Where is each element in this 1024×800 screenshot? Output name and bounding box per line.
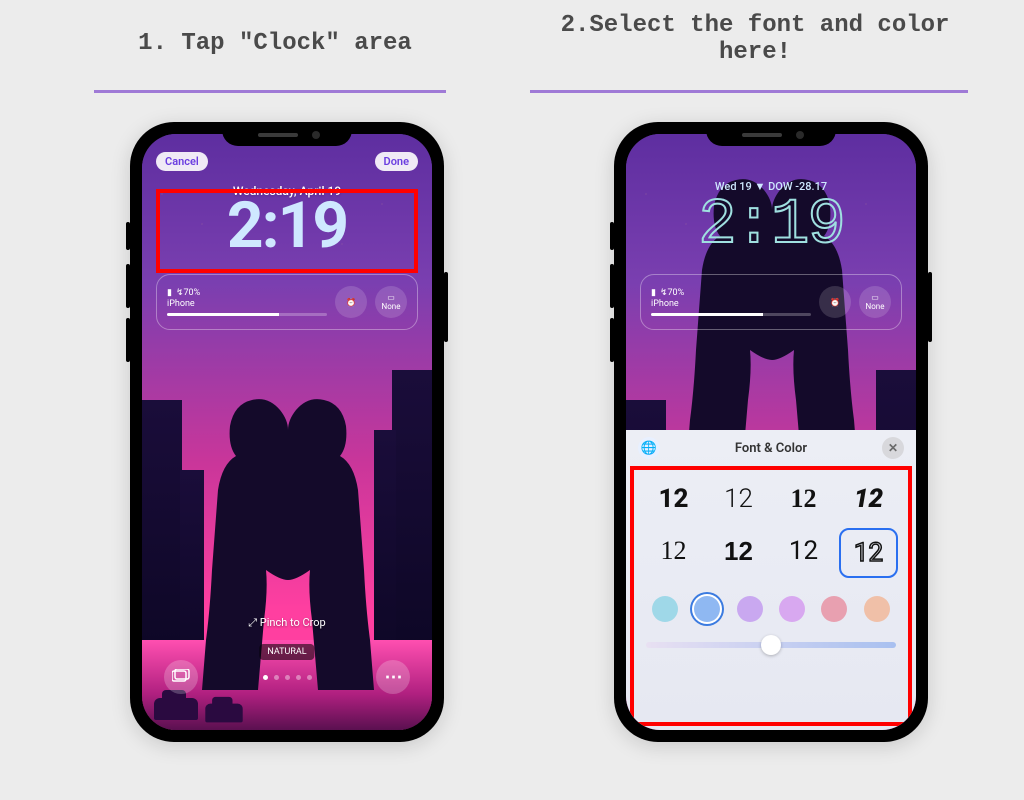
widgets-panel[interactable]: ▮ ↯70% iPhone ⏰ ▭ None <box>156 274 418 330</box>
font-option-7[interactable]: 12 <box>839 528 898 578</box>
power-button <box>444 272 448 342</box>
photo-shuffle-button[interactable] <box>164 660 198 694</box>
close-icon: ✕ <box>888 441 898 455</box>
phone-2-screen: Wed 19 ▼ DOW -28.17 2:19 ▮ ↯70% iPhone ⏰… <box>626 134 916 730</box>
cancel-button[interactable]: Cancel <box>156 152 208 171</box>
clock-area[interactable]: 2:19 <box>142 194 432 258</box>
volume-up <box>610 264 614 308</box>
swatch-3[interactable] <box>779 596 805 622</box>
battery-device: iPhone <box>167 299 327 310</box>
globe-icon: 🌐 <box>641 441 657 456</box>
alarm-icon: ⏰ <box>830 298 840 307</box>
power-button <box>928 272 932 342</box>
swatch-1[interactable] <box>694 596 720 622</box>
vibrance-slider[interactable] <box>646 642 896 648</box>
photos-icon <box>172 668 190 687</box>
font-option-1[interactable]: 12 <box>709 476 768 522</box>
battery-icon: ▮ <box>167 288 172 299</box>
font-option-0[interactable]: 12 <box>644 476 703 522</box>
step2-underline <box>530 90 968 93</box>
clock-area[interactable]: 2:19 <box>626 194 916 258</box>
phone-2-frame: Wed 19 ▼ DOW -28.17 2:19 ▮ ↯70% iPhone ⏰… <box>614 122 928 742</box>
phone-1-frame: Cancel Done Wednesday, April 19 2:19 ▮ ↯… <box>130 122 444 742</box>
more-button[interactable]: ⋯ <box>376 660 410 694</box>
calendar-none-label: None <box>866 302 885 311</box>
volume-up <box>126 264 130 308</box>
font-grid: 12 12 12 12 12 12 12 12 <box>626 466 916 582</box>
font-option-4[interactable]: 12 <box>644 528 703 574</box>
filter-tag-natural[interactable]: NATURAL <box>259 644 314 660</box>
font-option-2[interactable]: 12 <box>774 476 833 522</box>
battery-device: iPhone <box>651 299 811 310</box>
step1-caption: 1. Tap "Clock" area <box>110 30 440 57</box>
calendar-widget[interactable]: ▭ None <box>859 286 891 318</box>
calendar-icon: ▭ <box>387 293 395 302</box>
slider-thumb[interactable] <box>761 635 781 655</box>
color-row <box>626 582 916 628</box>
close-button[interactable]: ✕ <box>882 437 904 459</box>
step2-caption: 2.Select the font and color here! <box>555 12 955 66</box>
notch <box>706 122 836 146</box>
calendar-none-label: None <box>382 302 401 311</box>
locale-button[interactable]: 🌐 <box>638 437 660 459</box>
battery-widget[interactable]: ▮ ↯70% iPhone <box>167 288 327 317</box>
alarm-widget[interactable]: ⏰ <box>335 286 367 318</box>
alarm-icon: ⏰ <box>346 298 356 307</box>
calendar-widget[interactable]: ▭ None <box>375 286 407 318</box>
sheet-title: Font & Color <box>735 441 807 456</box>
battery-widget[interactable]: ▮ ↯70% iPhone <box>651 288 811 317</box>
ellipsis-icon: ⋯ <box>385 667 402 688</box>
alarm-widget[interactable]: ⏰ <box>819 286 851 318</box>
notch <box>222 122 352 146</box>
mute-switch <box>610 222 614 250</box>
battery-pct: ↯70% <box>176 288 200 299</box>
calendar-icon: ▭ <box>871 293 879 302</box>
volume-down <box>126 318 130 362</box>
font-color-sheet: 🌐 Font & Color ✕ 12 12 12 12 12 12 12 12 <box>626 430 916 730</box>
volume-down <box>610 318 614 362</box>
font-option-6[interactable]: 12 <box>774 528 833 574</box>
battery-pct: ↯70% <box>660 288 684 299</box>
swatch-4[interactable] <box>821 596 847 622</box>
couple-silhouette <box>192 360 382 690</box>
done-button[interactable]: Done <box>375 152 418 171</box>
pinch-to-crop-hint: ⤢ Pinch to Crop <box>142 616 432 630</box>
font-option-5[interactable]: 12 <box>709 528 768 574</box>
battery-icon: ▮ <box>651 288 656 299</box>
swatch-2[interactable] <box>737 596 763 622</box>
font-option-3[interactable]: 12 <box>839 476 898 522</box>
step1-underline <box>94 90 446 93</box>
swatch-0[interactable] <box>652 596 678 622</box>
editor-topbar: Cancel Done <box>156 152 418 171</box>
swatch-5[interactable] <box>864 596 890 622</box>
phone-1-screen: Cancel Done Wednesday, April 19 2:19 ▮ ↯… <box>142 134 432 730</box>
widgets-panel[interactable]: ▮ ↯70% iPhone ⏰ ▭ None <box>640 274 902 330</box>
mute-switch <box>126 222 130 250</box>
